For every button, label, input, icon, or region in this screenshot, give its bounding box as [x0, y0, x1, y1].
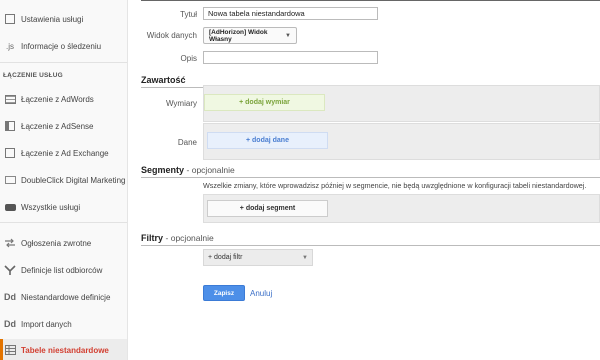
- postback-icon: [4, 237, 16, 249]
- segments-section-title: Segmenty - opcjonalnie: [141, 165, 235, 175]
- filters-title-text: Filtry: [141, 233, 164, 243]
- sidebar-item-audience-definitions[interactable]: Definicje list odbiorców: [0, 259, 127, 281]
- segments-note: Wszelkie zmiany, które wprowadzisz późni…: [203, 181, 587, 190]
- data-view-select[interactable]: [AdHorizon] Widok Własny ▼: [203, 27, 297, 44]
- metrics-drop-zone: + dodaj dane: [203, 123, 600, 160]
- sidebar-item-custom-tables[interactable]: Tabele niestandardowe: [0, 339, 127, 360]
- add-filter-select[interactable]: + dodaj filtr ▼: [203, 249, 313, 266]
- sidebar-item-label: Definicje list odbiorców: [21, 265, 103, 275]
- dd-icon: Dd: [4, 319, 16, 329]
- add-segment-button[interactable]: + dodaj segment: [207, 200, 328, 217]
- section-divider: [141, 0, 600, 1]
- metrics-label: Dane: [177, 138, 197, 147]
- page-icon: [4, 13, 16, 25]
- description-label: Opis: [180, 54, 197, 63]
- sidebar-item-ad-exchange-linking[interactable]: Łączenie z Ad Exchange: [0, 142, 127, 164]
- dd-icon: Dd: [4, 292, 16, 302]
- add-filter-label: + dodaj filtr: [208, 254, 243, 261]
- content-section-title: Zawartość: [141, 75, 186, 85]
- sidebar-item-adsense-linking[interactable]: Łączenie z AdSense: [0, 115, 127, 137]
- save-button[interactable]: Zapisz: [203, 285, 245, 301]
- sidebar-divider: [0, 222, 127, 223]
- caret-down-icon: ▼: [302, 254, 308, 261]
- sidebar-item-label: Łączenie z AdWords: [21, 94, 94, 104]
- table-icon: [4, 344, 16, 356]
- segments-title-text: Segmenty: [141, 165, 185, 175]
- sidebar-item-label: Tabele niestandardowe: [21, 345, 109, 355]
- section-divider: [141, 177, 600, 178]
- sidebar-item-postbacks[interactable]: Ogłoszenia zwrotne: [0, 232, 127, 254]
- sidebar-item-label: DoubleClick Digital Marketing: [21, 175, 126, 185]
- sidebar-item-all-products[interactable]: Wszystkie usługi: [0, 196, 127, 218]
- dimensions-label: Wymiary: [165, 99, 197, 108]
- adwords-icon: [4, 93, 16, 105]
- adsense-icon: [4, 120, 16, 132]
- segments-optional: - opcjonalnie: [186, 165, 235, 175]
- js-icon: .js: [6, 41, 14, 51]
- dimensions-drop-zone: + dodaj wymiar: [203, 85, 600, 122]
- link-icon: [4, 201, 16, 213]
- filters-optional: - opcjonalnie: [165, 233, 214, 243]
- audience-icon: [4, 264, 16, 276]
- sidebar-item-adwords-linking[interactable]: Łączenie z AdWords: [0, 88, 127, 110]
- cancel-link[interactable]: Anuluj: [250, 289, 272, 298]
- sidebar-item-label: Łączenie z AdSense: [21, 121, 94, 131]
- add-dimension-button[interactable]: + dodaj wymiar: [204, 94, 325, 111]
- sidebar-item-data-import[interactable]: Dd Import danych: [0, 313, 127, 335]
- sidebar-item-label: Import danych: [21, 319, 72, 329]
- data-view-value: [AdHorizon] Widok Własny: [209, 28, 268, 43]
- data-view-label: Widok danych: [146, 31, 197, 40]
- sidebar-section-header: ŁĄCZENIE USŁUG: [3, 72, 63, 79]
- caret-down-icon: ▼: [285, 32, 291, 39]
- sidebar-item-tracking-info[interactable]: .js Informacje o śledzeniu: [0, 35, 127, 57]
- sidebar-item-doubleclick[interactable]: DoubleClick Digital Marketing: [0, 169, 127, 191]
- title-input[interactable]: [203, 7, 378, 20]
- sidebar-item-label: Ustawienia usługi: [21, 14, 84, 24]
- sidebar-item-label: Wszystkie usługi: [21, 202, 81, 212]
- sidebar-item-label: Informacje o śledzeniu: [21, 41, 102, 51]
- title-label: Tytuł: [180, 10, 197, 19]
- sidebar-item-label: Łączenie z Ad Exchange: [21, 148, 109, 158]
- section-divider: [141, 245, 600, 246]
- add-metric-button[interactable]: + dodaj dane: [207, 132, 328, 149]
- sidebar-item-service-settings[interactable]: Ustawienia usługi: [0, 8, 127, 30]
- ad-exchange-icon: [4, 147, 16, 159]
- custom-table-form: Tytuł Widok danych [AdHorizon] Widok Wła…: [129, 0, 600, 360]
- filters-section-title: Filtry - opcjonalnie: [141, 233, 214, 243]
- sidebar-item-label: Niestandardowe definicje: [21, 292, 111, 302]
- segments-drop-zone: + dodaj segment: [203, 194, 600, 223]
- description-input[interactable]: [203, 51, 378, 64]
- sidebar-item-label: Ogłoszenia zwrotne: [21, 238, 92, 248]
- sidebar-divider: [0, 62, 127, 63]
- admin-sidebar: Ustawienia usługi .js Informacje o śledz…: [0, 0, 128, 360]
- sidebar-item-custom-definitions[interactable]: Dd Niestandardowe definicje: [0, 286, 127, 308]
- doubleclick-icon: [4, 174, 16, 186]
